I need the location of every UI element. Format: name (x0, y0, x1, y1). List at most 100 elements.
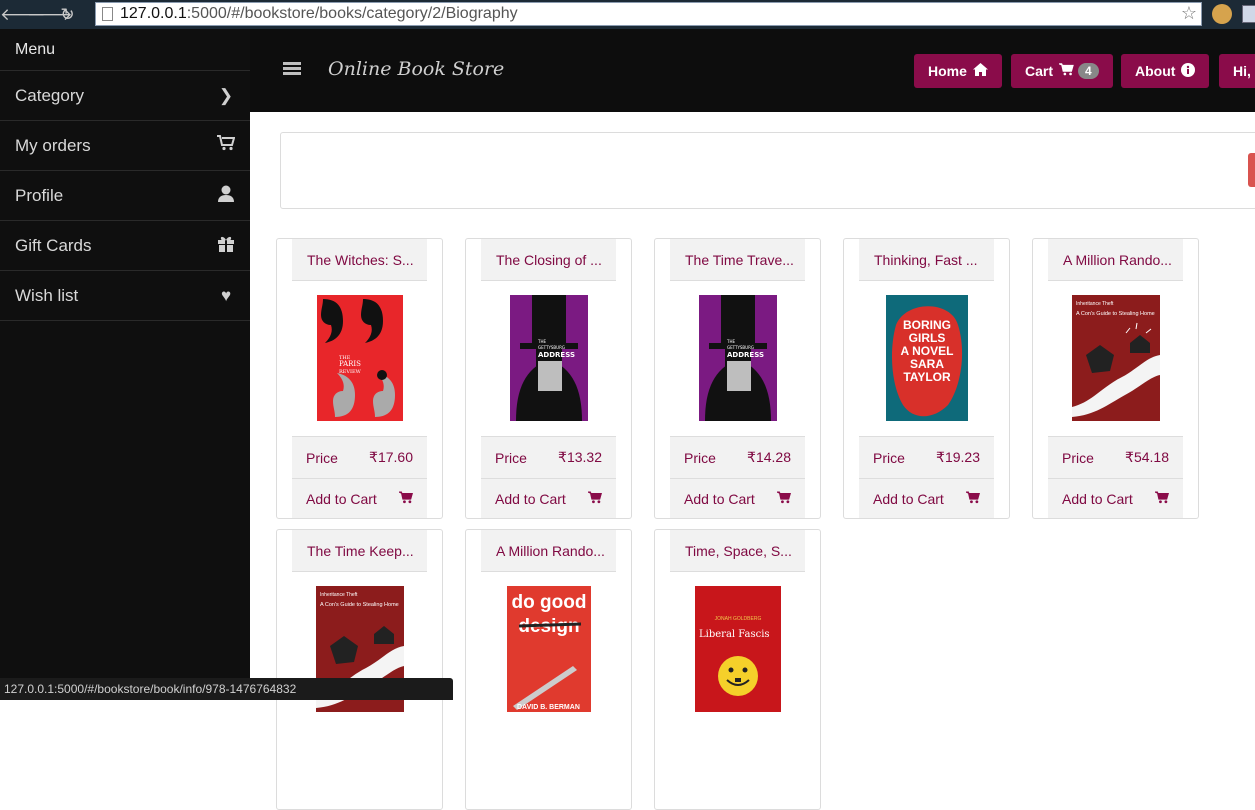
cover-text: ADDRESS (727, 351, 764, 359)
search-button[interactable] (1248, 153, 1255, 187)
book-card[interactable]: The Time Trave... THE GETTYSBURG ADDRESS… (654, 238, 821, 519)
cart-icon (776, 490, 791, 507)
add-to-cart-button[interactable]: Add to Cart (670, 478, 805, 518)
book-card[interactable]: A Million Rando... do good design DAVID … (465, 529, 632, 810)
price-label: Price (495, 449, 527, 466)
about-button[interactable]: About (1121, 54, 1210, 88)
book-card[interactable]: The Witches: S... THE PARIS REVIEW Price… (276, 238, 443, 519)
cover-text: Inheritance Theft (1076, 301, 1114, 307)
url-host: 127.0.0.1 (120, 5, 187, 22)
price-label: Price (873, 449, 905, 466)
book-title[interactable]: The Closing of ... (481, 239, 616, 281)
price-value: ₹54.18 (1125, 449, 1169, 465)
extension-icon[interactable] (1242, 5, 1255, 23)
book-card[interactable]: A Million Rando... Inheritance Theft A C… (1032, 238, 1199, 519)
cover-text: DAVID B. BERMAN (517, 704, 580, 711)
book-title[interactable]: The Time Keep... (292, 530, 427, 572)
cart-icon (398, 490, 413, 507)
cover-text: JONAH GOLDBERG (715, 616, 762, 622)
heart-icon: ♥ (220, 285, 232, 305)
user-icon (216, 185, 236, 207)
forward-arrow-icon[interactable]: 🡒 (27, 5, 73, 25)
book-cover[interactable]: BORING GIRLS A NOVEL SARA TAYLOR (886, 295, 968, 421)
add-to-cart-label: Add to Cart (495, 490, 566, 507)
book-cover[interactable]: THE GETTYSBURG ADDRESS (510, 295, 588, 421)
book-cover[interactable]: THE PARIS REVIEW (317, 295, 403, 421)
menu-toggle-icon[interactable] (283, 62, 301, 76)
book-card[interactable]: The Time Keep... Inheritance Theft A Con… (276, 529, 443, 810)
cart-count-badge: 4 (1078, 63, 1099, 79)
cover-text: REVIEW (339, 369, 362, 375)
sidebar-item-profile[interactable]: Profile (0, 171, 250, 221)
extension-icon[interactable] (1212, 4, 1232, 24)
cart-button[interactable]: Cart 4 (1011, 54, 1113, 88)
url-path: :5000/#/bookstore/books/category/2/Biogr… (186, 5, 518, 22)
about-button-label: About (1135, 63, 1176, 79)
book-card[interactable]: Time, Space, S... JONAH GOLDBERG Liberal… (654, 529, 821, 810)
cover-text: GETTYSBURG (538, 345, 565, 350)
gift-icon (216, 235, 236, 257)
price-label: Price (684, 449, 716, 466)
cart-icon (216, 135, 236, 156)
book-cover[interactable]: JONAH GOLDBERG Liberal Fascis (695, 586, 781, 712)
cover-text: THE (726, 339, 735, 344)
chevron-right-icon: ❯ (218, 85, 234, 105)
add-to-cart-button[interactable]: Add to Cart (859, 478, 994, 518)
cover-text: Inheritance Theft (320, 592, 358, 598)
price-value: ₹17.60 (369, 449, 413, 465)
cover-text: do good (512, 592, 587, 613)
info-icon (1181, 62, 1196, 80)
book-card[interactable]: Thinking, Fast ... BORING GIRLS A NOVEL … (843, 238, 1010, 519)
reload-icon[interactable]: ↻ (54, 5, 81, 25)
book-card[interactable]: The Closing of ... THE GETTYSBURG ADDRES… (465, 238, 632, 519)
cover-text: A Con's Guide to Stealing Home (320, 602, 399, 608)
book-title[interactable]: The Witches: S... (292, 239, 427, 281)
sidebar-item-category[interactable]: Category ❯ (0, 71, 250, 121)
top-navbar: Online Book Store Home Cart 4 About Hi, (250, 29, 1255, 112)
main-content: The Witches: S... THE PARIS REVIEW Price… (250, 112, 1255, 810)
user-menu-label: Hi, (1233, 63, 1251, 79)
book-cover[interactable]: THE GETTYSBURG ADDRESS (699, 295, 777, 421)
cart-icon (965, 490, 980, 507)
add-to-cart-button[interactable]: Add to Cart (1048, 478, 1183, 518)
sidebar-item-my-orders[interactable]: My orders (0, 121, 250, 171)
home-button[interactable]: Home (914, 54, 1002, 88)
add-to-cart-label: Add to Cart (1062, 490, 1133, 507)
sidebar-item-wish-list[interactable]: Wish list ♥ (0, 271, 250, 321)
add-to-cart-button[interactable]: Add to Cart (481, 478, 616, 518)
book-title[interactable]: The Time Trave... (670, 239, 805, 281)
book-cover[interactable]: do good design DAVID B. BERMAN (507, 586, 591, 712)
home-icon (972, 63, 988, 79)
brand-title[interactable]: Online Book Store (328, 58, 504, 80)
sidebar: Menu Category ❯ My orders Profile Gift C… (0, 29, 250, 700)
book-title[interactable]: A Million Rando... (1048, 239, 1183, 281)
cart-icon (587, 490, 602, 507)
sidebar-item-gift-cards[interactable]: Gift Cards (0, 221, 250, 271)
book-title[interactable]: Time, Space, S... (670, 530, 805, 572)
book-title[interactable]: A Million Rando... (481, 530, 616, 572)
book-title[interactable]: Thinking, Fast ... (859, 239, 994, 281)
price-label: Price (306, 449, 338, 466)
price-label: Price (1062, 449, 1094, 466)
sidebar-item-label: Gift Cards (15, 235, 92, 255)
book-cover[interactable]: Inheritance Theft A Con's Guide to Steal… (1072, 295, 1160, 421)
price-value: ₹14.28 (747, 449, 791, 465)
search-panel (280, 132, 1255, 209)
cover-text: THE (537, 339, 546, 344)
address-bar[interactable]: 127.0.0.1:5000/#/bookstore/books/categor… (95, 2, 1202, 26)
cover-text: A Con's Guide to Stealing Home (1076, 311, 1155, 317)
add-to-cart-button[interactable]: Add to Cart (292, 478, 427, 518)
add-to-cart-label: Add to Cart (873, 490, 944, 507)
cover-text: ADDRESS (538, 351, 575, 359)
add-to-cart-label: Add to Cart (306, 490, 377, 507)
cover-text: PARIS (339, 360, 361, 368)
user-menu-button[interactable]: Hi, (1219, 54, 1255, 88)
price-value: ₹13.32 (558, 449, 602, 465)
cover-text: SARA (910, 357, 944, 371)
price-row: Price ₹17.60 (292, 436, 427, 478)
bookmark-star-icon[interactable]: ☆ (1181, 3, 1197, 24)
back-arrow-icon[interactable]: 🡐 (0, 5, 46, 25)
cover-text: GIRLS (909, 331, 946, 345)
status-bar: 127.0.0.1:5000/#/bookstore/book/info/978… (0, 678, 453, 700)
sidebar-item-label: My orders (15, 135, 91, 155)
